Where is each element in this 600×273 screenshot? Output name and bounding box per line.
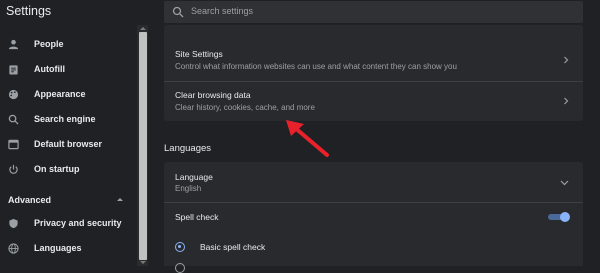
sidebar-item-default-browser[interactable]: Default browser [0,134,137,158]
chevron-down-icon [560,180,569,186]
chevron-up-icon[interactable] [117,198,123,201]
toggle-knob [560,212,570,222]
sidebar-item-label: People [34,39,64,49]
search-bar[interactable]: Search settings [164,1,583,23]
language-row[interactable]: Language English [164,162,583,202]
chevron-right-icon [564,56,569,64]
sidebar-advanced-toggle[interactable]: Advanced [8,195,51,205]
sidebar-item-label: Autofill [34,64,65,74]
basic-spell-check-option[interactable]: Basic spell check [164,237,583,257]
sidebar-item-search-engine[interactable]: Search engine [0,109,137,133]
palette-icon [8,89,19,100]
clipboard-icon [9,65,18,75]
sidebar: People Autofill Appearance Search engine [0,25,137,266]
person-icon [8,39,19,50]
sidebar-item-label: Appearance [34,89,86,99]
spell-check-label: Spell check [175,212,219,222]
language-value: English [175,184,202,193]
sidebar-item-privacy-and-security[interactable]: Privacy and security [0,213,137,237]
globe-icon [8,243,19,254]
scroll-up-icon[interactable] [140,27,146,30]
radio-unselected-icon[interactable] [175,263,185,273]
sidebar-item-autofill[interactable]: Autofill [0,59,137,83]
sidebar-item-label: Languages [34,243,82,253]
app-title: Settings [6,4,52,18]
chevron-right-icon [564,97,569,105]
sidebar-item-people[interactable]: People [0,34,137,58]
row-title: Language [175,172,213,182]
clear-browsing-data-row[interactable]: Clear browsing data Clear history, cooki… [164,82,583,121]
radio-selected-icon[interactable] [175,242,185,252]
sidebar-item-label: Privacy and security [34,218,122,228]
power-icon [9,164,18,174]
sidebar-item-appearance[interactable]: Appearance [0,84,137,108]
option-label: Basic spell check [200,242,266,252]
languages-heading: Languages [164,143,212,154]
spell-check-row: Spell check [164,203,583,229]
row-title: Clear browsing data [175,90,251,100]
site-settings-row[interactable]: Site Settings Control what information w… [164,39,583,79]
top-bar: Settings Search settings [0,0,600,25]
sidebar-item-label: Search engine [34,114,96,124]
privacy-card: Site Settings Control what information w… [164,25,583,121]
scrollbar-thumb[interactable] [139,32,147,260]
sidebar-item-on-startup[interactable]: On startup [0,159,137,183]
row-description: Clear history, cookies, cache, and more [175,103,315,112]
shield-icon [9,218,18,229]
search-icon [8,114,19,125]
search-input[interactable]: Search settings [191,6,253,16]
annotation-arrow-icon [286,120,329,157]
spell-check-toggle[interactable] [548,212,570,222]
row-description: Control what information websites can us… [175,62,457,71]
sidebar-item-label: On startup [34,164,80,174]
search-icon [172,6,184,18]
languages-card: Language English Spell check Basic spell… [164,162,583,273]
sidebar-item-languages[interactable]: Languages [0,238,137,262]
sidebar-item-label: Default browser [34,139,103,149]
browser-window-icon [8,139,19,150]
row-title: Site Settings [175,49,223,59]
enhanced-spell-check-option[interactable] [164,261,583,273]
scroll-down-icon[interactable] [140,261,146,264]
